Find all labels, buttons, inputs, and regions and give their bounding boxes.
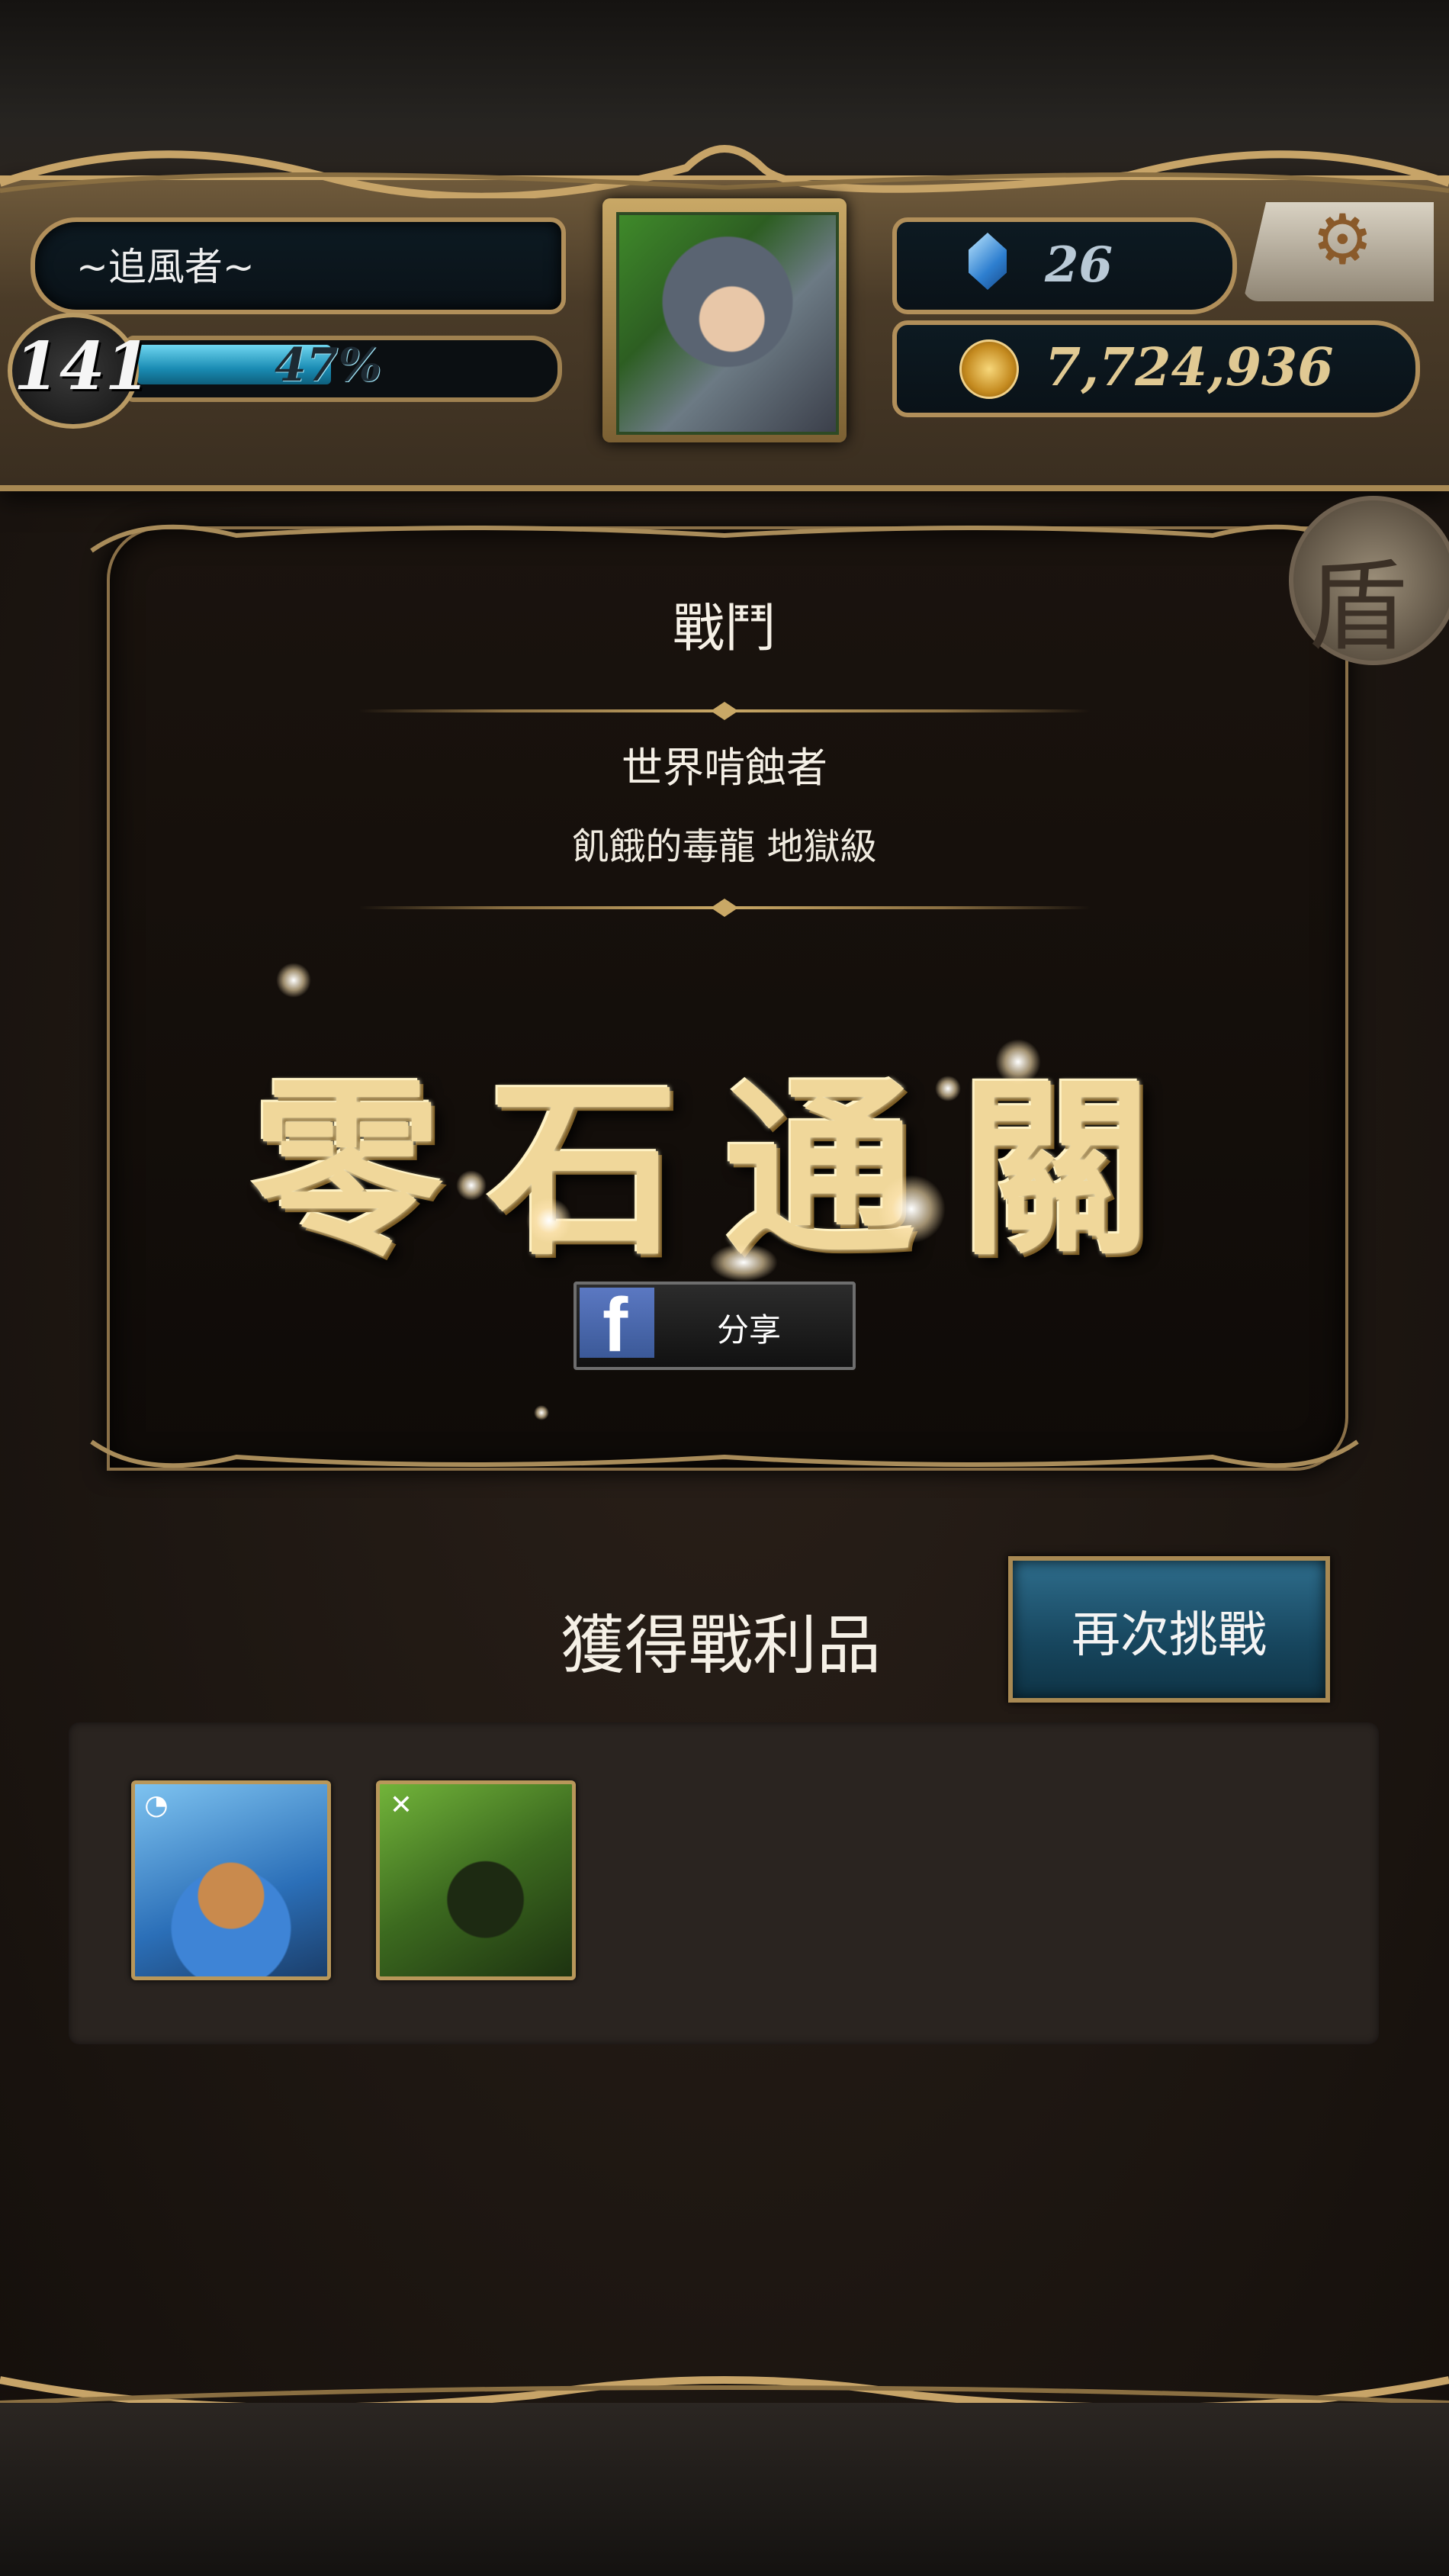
coin-count: 7,724,936 bbox=[1045, 337, 1334, 398]
coin-icon bbox=[959, 339, 1019, 399]
sparkle bbox=[534, 1405, 549, 1420]
sparkle bbox=[995, 1039, 1041, 1085]
sparkle bbox=[526, 1198, 572, 1243]
gears-icon[interactable]: ⚙ bbox=[1312, 200, 1373, 280]
battle-title: 戰鬥 bbox=[672, 599, 776, 659]
exp-percent: 47% bbox=[275, 339, 382, 392]
water-attribute-icon: ◔ bbox=[144, 1790, 169, 1821]
hud-ornament bbox=[0, 145, 1449, 198]
sparkle bbox=[935, 1076, 961, 1101]
player-level: 141 bbox=[14, 328, 151, 405]
sparkle bbox=[456, 1170, 487, 1201]
player-name: ~追風者~ bbox=[76, 245, 255, 289]
gem-count: 26 bbox=[1045, 236, 1113, 294]
wood-attribute-icon: ✕ bbox=[389, 1790, 413, 1821]
share-label[interactable]: 分享 bbox=[717, 1304, 781, 1351]
loot-card-water[interactable]: ◔ bbox=[131, 1780, 331, 1980]
stage-name: 世界啃蝕者 bbox=[622, 744, 827, 792]
loot-card-wood[interactable]: ✕ bbox=[376, 1780, 576, 1980]
sparkle bbox=[709, 1243, 778, 1282]
avatar[interactable] bbox=[616, 212, 839, 435]
panel-ornament-top bbox=[90, 524, 1359, 553]
sparkle bbox=[877, 1175, 946, 1243]
stage-difficulty: 飢餓的毒龍 地獄級 bbox=[572, 825, 877, 868]
retry-label[interactable]: 再次挑戰 bbox=[1008, 1596, 1330, 1666]
loot-title: 獲得戰利品 bbox=[561, 1608, 882, 1683]
panel-ornament-bottom bbox=[90, 1439, 1359, 1468]
bottom-backdrop bbox=[0, 2403, 1449, 2576]
sparkle bbox=[276, 963, 311, 998]
facebook-icon[interactable]: f bbox=[602, 1282, 628, 1369]
